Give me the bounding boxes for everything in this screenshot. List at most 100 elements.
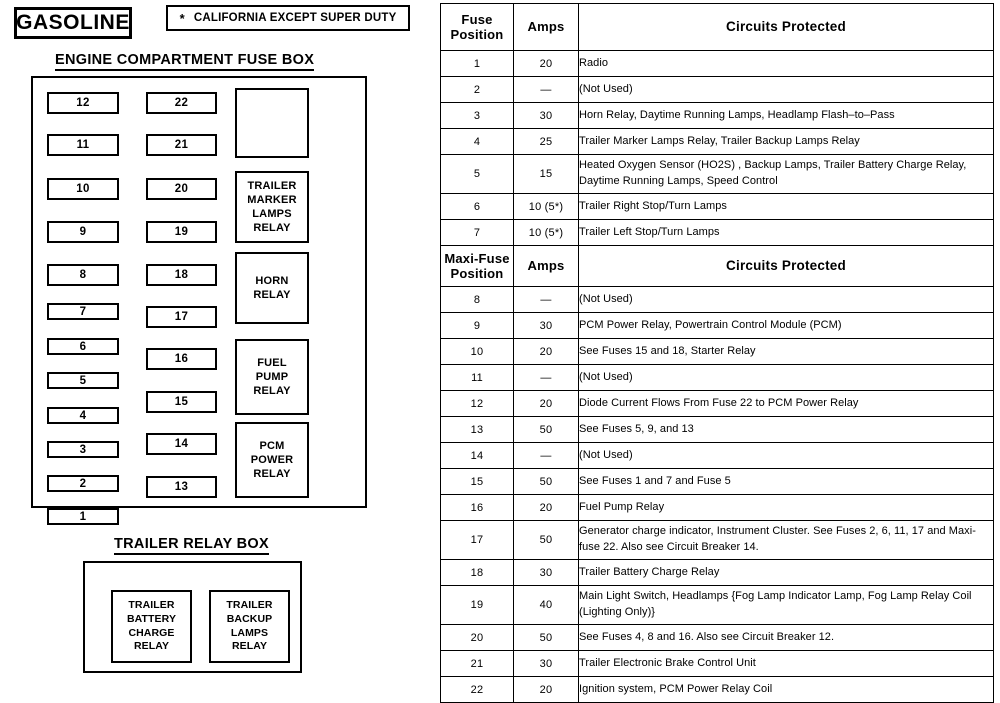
maxifuse-circuits-9: PCM Power Relay, Powertrain Control Modu…: [578, 312, 994, 339]
table-row: 6 10 (5*) Trailer Right Stop/Turn Lamps: [440, 193, 994, 220]
relay-label-line: BACKUP: [226, 612, 273, 625]
fuse-slot-13[interactable]: 13: [146, 476, 217, 498]
relay-label-line: PCM: [259, 439, 285, 452]
maxifuse-amps-22: 20: [513, 676, 579, 703]
fuse-slot-21[interactable]: 21: [146, 134, 217, 156]
fuse-slot-8[interactable]: 8: [47, 264, 119, 286]
fuse-slot-label: 22: [174, 97, 189, 109]
fuse-position-7: 7: [440, 219, 514, 246]
table-row: 15 50 See Fuses 1 and 7 and Fuse 5: [440, 468, 994, 495]
fuse-slot-6[interactable]: 6: [47, 338, 119, 355]
fuse-slot-14[interactable]: 14: [146, 433, 217, 455]
california-note-box: * CALIFORNIA EXCEPT SUPER DUTY: [166, 5, 410, 31]
header-fuse-amps: Amps: [513, 3, 579, 51]
relay-label-line: RELAY: [253, 289, 291, 301]
maxifuse-amps-19: 40: [513, 585, 579, 625]
blank-relay[interactable]: [235, 88, 309, 158]
table-row: 9 30 PCM Power Relay, Powertrain Control M…: [440, 312, 994, 339]
relay-label-line: TRAILER: [226, 599, 273, 612]
fuel-pump-relay[interactable]: FUEL PUMP RELAY: [235, 339, 309, 415]
fuse-slot-label: 15: [174, 396, 189, 408]
maxifuse-amps-11: —: [513, 364, 579, 391]
table-row: 10 20 See Fuses 15 and 18, Starter Relay: [440, 338, 994, 365]
fuse-slot-9[interactable]: 9: [47, 221, 119, 243]
maxifuse-circuits-8: (Not Used): [578, 286, 994, 313]
horn-relay[interactable]: HORN RELAY: [235, 252, 309, 324]
fuse-position-5: 5: [440, 154, 514, 194]
fuse-slot-10[interactable]: 10: [47, 178, 119, 200]
relay-label-line: FUEL: [257, 356, 287, 369]
trailer-marker-lamps-relay[interactable]: TRAILER MARKER LAMPS RELAY: [235, 171, 309, 243]
fuse-slot-4[interactable]: 4: [47, 407, 119, 424]
maxifuse-amps-10: 20: [513, 338, 579, 365]
trailer-relay-box: TRAILER BATTERY CHARGE RELAY TRAILER BACKUP L…: [83, 561, 302, 673]
header-maxi-amps: Amps: [513, 245, 579, 287]
fuse-circuits-4: Trailer Marker Lamps Relay, Trailer Back…: [578, 128, 994, 155]
maxifuse-position-9: 9: [440, 312, 514, 339]
header-fuse-position-line2: Position: [450, 27, 504, 42]
fuse-slot-16[interactable]: 16: [146, 348, 217, 370]
fuse-slot-2[interactable]: 2: [47, 475, 119, 492]
engine-fuse-box-heading: ENGINE COMPARTMENT FUSE BOX: [55, 52, 315, 71]
fuse-slot-label: 12: [76, 97, 90, 109]
table-row: 2— (Not Used): [440, 76, 994, 103]
relay-label-line: RELAY: [253, 222, 291, 235]
fuse-slot-label: 1: [79, 510, 87, 523]
maxifuse-amps-18: 30: [513, 559, 579, 586]
california-note-label: CALIFORNIA EXCEPT SUPER DUTY: [193, 12, 397, 24]
fuse-slot-5[interactable]: 5: [47, 372, 119, 389]
fuse-slot-1[interactable]: 1: [47, 508, 119, 525]
maxifuse-circuits-15: See Fuses 1 and 7 and Fuse 5: [578, 468, 994, 495]
engine-compartment-fuse-box: 12 11 10 9 8 7 6 5 4 3 2 1 22 21 20 19 18 17 16 15 14 13 TRAIL…: [31, 76, 367, 525]
fuse-slot-18[interactable]: 18: [146, 264, 217, 286]
fuse-circuits-2: (Not Used): [578, 76, 994, 103]
pcm-power-relay[interactable]: PCM POWER RELAY: [235, 422, 309, 498]
fuse-amps-2: —: [513, 76, 579, 103]
fuse-slot-15[interactable]: 15: [146, 391, 217, 413]
maxifuse-circuits-17: Generator charge indicator, Instrument C…: [578, 520, 994, 560]
table-row: 11— (Not Used): [440, 364, 994, 391]
relay-label-line: RELAY: [253, 385, 291, 398]
fuse-slot-label: 3: [79, 443, 87, 456]
table-row: 22 20 Ignition system, PCM Power Relay Coi…: [440, 676, 994, 703]
header-maxi-position-line2: Position: [450, 266, 504, 281]
header-fuse-position: Fuse Position: [440, 3, 514, 51]
fuse-amps-4: 25: [513, 128, 579, 155]
fuse-amps-5: 15: [513, 154, 579, 194]
fuse-slot-label: 11: [76, 139, 90, 151]
fuse-table-head-maxi: Maxi-Fuse Position Amps Circuits Protect…: [440, 245, 994, 287]
maxifuse-circuits-10: See Fuses 15 and 18, Starter Relay: [578, 338, 994, 365]
maxifuse-position-21: 21: [440, 650, 514, 677]
fuse-slot-12[interactable]: 12: [47, 92, 119, 114]
fuse-slot-label: 4: [79, 409, 87, 422]
table-row: 20 50 See Fuses 4, 8 and 16. Also see Circ…: [440, 624, 994, 651]
table-row: 18 30 Trailer Battery Charge Relay: [440, 559, 994, 586]
fuse-slot-19[interactable]: 19: [146, 221, 217, 243]
fuse-slot-3[interactable]: 3: [47, 441, 119, 458]
maxifuse-amps-17: 50: [513, 520, 579, 560]
table-row: 3 30 Horn Relay, Daytime Running Lamps, He…: [440, 102, 994, 129]
table-row: 21 30 Trailer Electronic Brake Control Uni…: [440, 650, 994, 677]
fuse-amps-6: 10 (5*): [513, 193, 579, 220]
table-row: 16 20 Fuel Pump Relay: [440, 494, 994, 521]
fuse-chart-table: Fuse Position Amps Circuits Protected 12…: [440, 3, 994, 703]
fuse-slot-17[interactable]: 17: [146, 306, 217, 328]
fuse-slot-7[interactable]: 7: [47, 303, 119, 320]
maxifuse-position-10: 10: [440, 338, 514, 365]
relay-label-line: RELAY: [231, 640, 268, 653]
maxifuse-position-16: 16: [440, 494, 514, 521]
fuse-slot-20[interactable]: 20: [146, 178, 217, 200]
maxifuse-circuits-13: See Fuses 5, 9, and 13: [578, 416, 994, 443]
fuse-slot-label: 20: [174, 183, 189, 195]
maxifuse-position-13: 13: [440, 416, 514, 443]
maxifuse-position-17: 17: [440, 520, 514, 560]
fuse-slot-22[interactable]: 22: [146, 92, 217, 114]
maxifuse-amps-15: 50: [513, 468, 579, 495]
fuse-chart-panel: Fuse Position Amps Circuits Protected 12…: [440, 3, 994, 703]
maxifuse-position-20: 20: [440, 624, 514, 651]
table-row: 4 25 Trailer Marker Lamps Relay, Trailer B…: [440, 128, 994, 155]
diagram-panel: GASOLINE * CALIFORNIA EXCEPT SUPER DUTY …: [0, 0, 428, 703]
trailer-battery-charge-relay: TRAILER BATTERY CHARGE RELAY: [111, 590, 192, 663]
fuse-slot-label: 21: [174, 139, 189, 151]
fuse-slot-11[interactable]: 11: [47, 134, 119, 156]
